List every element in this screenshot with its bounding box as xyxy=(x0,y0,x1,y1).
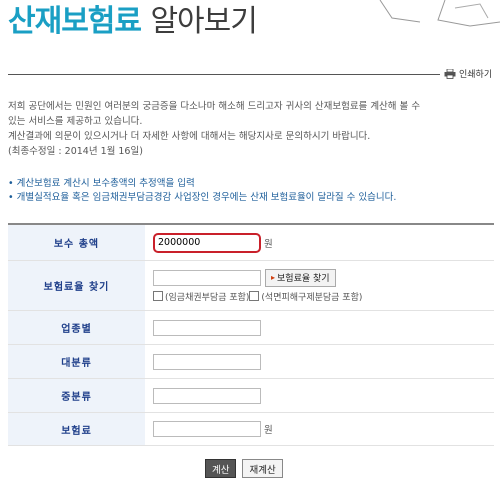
intro-line: 저희 공단에서는 민원인 여러분의 궁금증을 다소나마 해소해 드리고자 귀사의… xyxy=(8,101,421,112)
page-title-sub: 알아보기 xyxy=(150,4,257,39)
premium-label: 보험료 xyxy=(8,413,145,445)
asbestos-checkbox[interactable]: (석면피해구제분담금 포함) xyxy=(249,290,362,303)
asbestos-label: (석면피해구제분담금 포함) xyxy=(261,292,363,303)
premium-unit: 원 xyxy=(264,425,273,436)
industry-input[interactable] xyxy=(153,319,261,336)
checkbox-box xyxy=(249,291,260,301)
arrow-right-icon: ▸ xyxy=(271,273,276,282)
wage-claim-checkbox[interactable]: (임금채권부담금 포함) xyxy=(153,290,249,303)
print-link[interactable]: 인쇄하기 xyxy=(444,67,492,80)
pay-total-input[interactable] xyxy=(153,232,261,253)
rate-find-label: 보험료율 찾기 xyxy=(8,261,145,310)
form-row-industry: 업종별 xyxy=(8,311,494,345)
premium-input[interactable] xyxy=(153,421,261,437)
major-category-input[interactable] xyxy=(153,353,261,370)
rate-input[interactable] xyxy=(153,269,261,286)
form-row-premium: 보험료 원 xyxy=(8,413,494,446)
print-label: 인쇄하기 xyxy=(459,70,493,80)
intro-line: (최종수정일 : 2014년 1월 16일) xyxy=(8,146,143,157)
premium-cell: 원 xyxy=(145,413,494,445)
form-row-major: 대분류 xyxy=(8,345,494,379)
major-category-label: 대분류 xyxy=(8,345,145,378)
form-row-pay-total: 보수 총액 원 xyxy=(8,225,494,261)
calc-form: 보수 총액 원 보험료율 찾기 ▸ 보험료율 찾기 (임금채권부담금 포함) xyxy=(8,223,494,446)
checkbox-box xyxy=(153,291,163,301)
won-unit: 원 xyxy=(264,238,273,250)
form-row-middle: 중분류 xyxy=(8,379,494,413)
title-divider xyxy=(8,74,440,75)
note-item: • 계산보험료 계산시 보수총액의 추정액을 입력 xyxy=(8,178,195,189)
rate-find-button-label: 보험료율 찾기 xyxy=(277,274,330,284)
middle-category-label: 중분류 xyxy=(8,379,145,412)
page-title-main: 산재보험료 xyxy=(8,4,142,39)
wage-claim-label: (임금채권부담금 포함) xyxy=(165,292,250,303)
action-buttons: 계산 재계산 xyxy=(205,459,283,478)
notes: • 계산보험료 계산시 보수총액의 추정액을 입력 • 개별실적요율 혹은 임금… xyxy=(8,177,396,205)
form-row-rate-find: 보험료율 찾기 ▸ 보험료율 찾기 (임금채권부담금 포함) (석면피해구제분담… xyxy=(8,261,494,311)
intro-line: 있는 서비스를 제공하고 있습니다. xyxy=(8,116,143,127)
middle-category-cell xyxy=(145,379,494,412)
rate-find-cell: ▸ 보험료율 찾기 (임금채권부담금 포함) (석면피해구제분담금 포함) xyxy=(145,261,494,310)
calc-button[interactable]: 계산 xyxy=(205,459,237,478)
page-title: 산재보험료 알아보기 xyxy=(8,0,258,40)
industry-label: 업종별 xyxy=(8,311,145,344)
recalc-button[interactable]: 재계산 xyxy=(242,459,283,478)
header-illustration xyxy=(379,0,500,27)
pay-total-cell: 원 xyxy=(145,225,494,260)
middle-category-input[interactable] xyxy=(153,387,261,404)
industry-cell xyxy=(145,311,494,344)
note-item: • 개별실적요율 혹은 임금채권부담금경감 사업장인 경우에는 산재 보험료율이… xyxy=(8,192,397,203)
rate-find-button[interactable]: ▸ 보험료율 찾기 xyxy=(265,268,336,287)
pay-total-label: 보수 총액 xyxy=(8,225,145,260)
intro-text: 저희 공단에서는 민원인 여러분의 궁금증을 다소나마 해소해 드리고자 귀사의… xyxy=(8,99,496,159)
intro-line: 계산결과에 의문이 있으시거나 더 자세한 사항에 대해서는 해당지사로 문의하… xyxy=(8,131,371,142)
major-category-cell xyxy=(145,345,494,378)
printer-icon xyxy=(444,68,456,79)
